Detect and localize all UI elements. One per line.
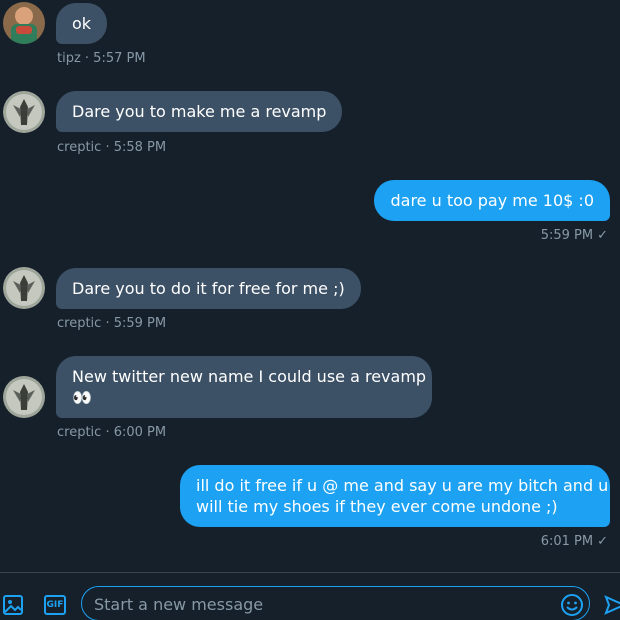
message-bubble[interactable]: Dare you to make me a revamp [56,91,343,132]
emoji-icon[interactable] [560,593,584,620]
message-meta: 6:01 PM ✓ [541,534,608,549]
avatar[interactable] [3,267,45,309]
image-icon[interactable] [2,594,24,620]
message-input-wrapper [81,586,590,620]
gif-label: GIF [46,600,64,610]
message-input[interactable] [94,591,554,617]
message-meta: creptic · 5:58 PM [57,140,167,155]
message-bubble[interactable]: ill do it free if u @ me and say u are m… [180,465,610,527]
message-meta: creptic · 5:59 PM [57,316,167,331]
message-bubble[interactable]: New twitter new name I could use a revam… [56,356,432,418]
boy-avatar-icon [3,2,45,44]
creptic-avatar-icon [3,91,45,133]
conversation-thread: ok tipz · 5:57 PM Dare you to make me a … [0,0,620,572]
send-icon[interactable] [604,594,620,620]
message-meta: 5:59 PM ✓ [541,228,608,243]
message-line: ill do it free if u @ me and say u are m… [196,476,609,495]
creptic-avatar-icon [3,376,45,418]
message-bubble[interactable]: Dare you to do it for free for me ;) [56,268,361,309]
message-meta: creptic · 6:00 PM [57,425,167,440]
avatar[interactable] [3,376,45,418]
message-bubble[interactable]: ok [56,3,108,44]
message-composer: GIF [0,572,620,620]
message-time: 5:59 PM [540,228,594,243]
avatar[interactable] [3,2,45,44]
sent-check-icon: ✓ [597,534,608,549]
message-meta: tipz · 5:57 PM [57,51,146,66]
creptic-avatar-icon [3,267,45,309]
message-time: 6:01 PM [540,534,594,549]
gif-button[interactable]: GIF [44,595,66,615]
avatar[interactable] [3,91,45,133]
message-line: 👀 [72,388,92,407]
message-line: will tie my shoes if they ever come undo… [196,497,558,516]
message-bubble[interactable]: dare u too pay me 10$ :0 [374,180,610,221]
message-line: New twitter new name I could use a revam… [72,367,427,386]
sent-check-icon: ✓ [597,228,608,243]
